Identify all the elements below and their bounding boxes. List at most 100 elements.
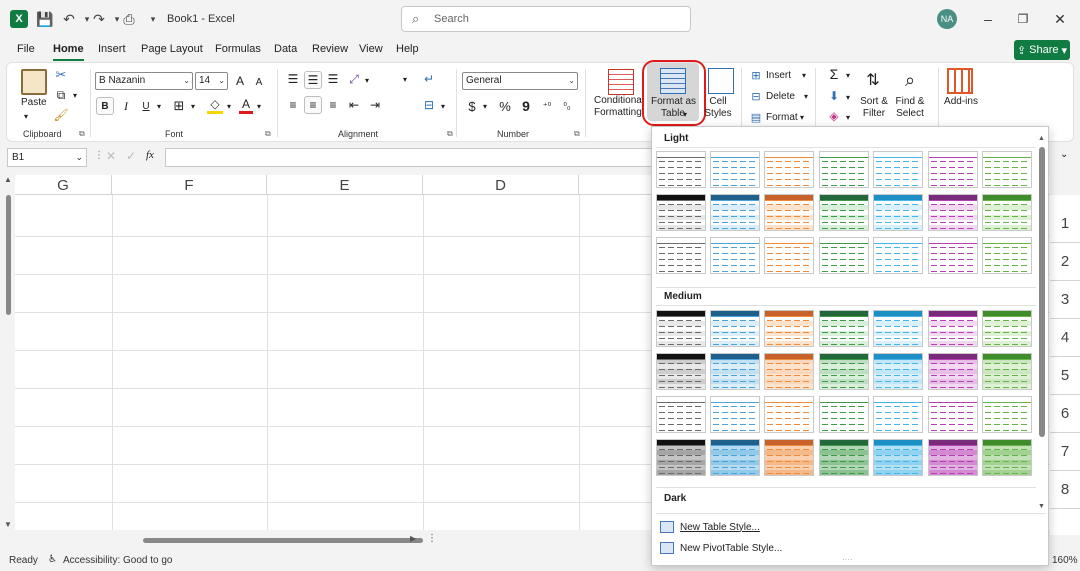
- table-style-thumbnail[interactable]: [873, 439, 923, 476]
- number-format-select[interactable]: General ⌄: [462, 72, 578, 90]
- accessibility-status[interactable]: Accessibility: Good to go: [63, 555, 173, 566]
- font-size-select[interactable]: 14 ⌄: [195, 72, 228, 90]
- merge-dropdown-icon[interactable]: ▾: [439, 99, 447, 113]
- sort-filter-icon[interactable]: ⇅: [861, 68, 885, 92]
- table-style-thumbnail[interactable]: [873, 151, 923, 188]
- table-style-thumbnail[interactable]: [928, 237, 978, 274]
- fill-dropdown-icon[interactable]: ▾: [844, 90, 852, 104]
- number-launcher-icon[interactable]: ⧉: [574, 129, 580, 139]
- merge-center-icon[interactable]: ⊟: [421, 97, 437, 113]
- alignment-launcher-icon[interactable]: ⧉: [447, 129, 453, 139]
- row-header-7[interactable]: 7: [1050, 433, 1080, 471]
- table-style-thumbnail[interactable]: [819, 439, 869, 476]
- row-header-4[interactable]: 4: [1050, 319, 1080, 357]
- table-style-thumbnail[interactable]: [764, 353, 814, 390]
- table-style-thumbnail[interactable]: [764, 396, 814, 433]
- name-box[interactable]: B1 ⌄: [7, 148, 87, 167]
- row-header-3[interactable]: 3: [1050, 281, 1080, 319]
- paste-button[interactable]: Paste: [21, 97, 47, 109]
- table-style-thumbnail[interactable]: [656, 310, 706, 347]
- tab-file[interactable]: File: [17, 43, 35, 55]
- table-style-thumbnail[interactable]: [764, 439, 814, 476]
- customize-qat-icon[interactable]: ▾: [144, 10, 162, 28]
- column-header-g[interactable]: G: [15, 175, 112, 195]
- borders-dropdown-icon[interactable]: ▾: [189, 99, 197, 113]
- find-select-icon[interactable]: ⌕: [898, 68, 922, 92]
- table-style-thumbnail[interactable]: [928, 194, 978, 231]
- table-style-thumbnail[interactable]: [982, 353, 1032, 390]
- table-style-thumbnail[interactable]: [764, 151, 814, 188]
- column-header-d[interactable]: D: [423, 175, 579, 195]
- tab-page-layout[interactable]: Page Layout: [141, 43, 203, 55]
- table-style-thumbnail[interactable]: [710, 439, 760, 476]
- redo-icon[interactable]: ↷: [90, 10, 108, 28]
- row-header-2[interactable]: 2: [1050, 243, 1080, 281]
- font-color-icon[interactable]: A: [239, 96, 253, 114]
- column-header-f[interactable]: F: [112, 175, 267, 195]
- underline-button[interactable]: U: [139, 97, 153, 115]
- cut-icon[interactable]: ✂: [53, 67, 69, 83]
- table-style-thumbnail[interactable]: [928, 439, 978, 476]
- row-header-5[interactable]: 5: [1050, 357, 1080, 395]
- row-header-1[interactable]: 1: [1050, 205, 1080, 243]
- insert-cells-icon[interactable]: ⊞: [749, 68, 763, 82]
- table-style-thumbnail[interactable]: [710, 194, 760, 231]
- table-style-thumbnail[interactable]: [928, 353, 978, 390]
- top-align-icon[interactable]: ☰: [285, 71, 301, 87]
- font-color-dropdown-icon[interactable]: ▾: [255, 99, 263, 113]
- table-style-thumbnail[interactable]: [710, 151, 760, 188]
- grow-font-button[interactable]: A: [233, 73, 247, 89]
- table-style-thumbnail[interactable]: [982, 439, 1032, 476]
- percent-button[interactable]: %: [497, 97, 513, 115]
- align-left-icon[interactable]: ≡: [285, 97, 301, 113]
- table-style-thumbnail[interactable]: [656, 151, 706, 188]
- clear-dropdown-icon[interactable]: ▾: [844, 110, 852, 124]
- copy-icon[interactable]: ⧉: [53, 87, 69, 103]
- table-style-thumbnail[interactable]: [928, 310, 978, 347]
- find-select-button[interactable]: Find & Select: [891, 96, 929, 120]
- insert-cells-button[interactable]: Insert: [766, 68, 791, 82]
- scroll-right-icon[interactable]: ▶: [410, 534, 416, 543]
- table-style-thumbnail[interactable]: [819, 194, 869, 231]
- cell-styles-icon[interactable]: [708, 68, 734, 94]
- share-button[interactable]: ⇪ Share ▾: [1014, 40, 1070, 60]
- table-style-thumbnail[interactable]: [656, 237, 706, 274]
- horizontal-scroll-thumb[interactable]: [143, 538, 423, 543]
- table-style-thumbnail[interactable]: [710, 310, 760, 347]
- italic-button[interactable]: I: [119, 97, 133, 115]
- format-cells-button[interactable]: Format: [766, 110, 798, 124]
- table-style-thumbnail[interactable]: [819, 310, 869, 347]
- comma-style-button[interactable]: 9: [519, 97, 533, 115]
- table-style-thumbnail[interactable]: [819, 396, 869, 433]
- undo-icon[interactable]: ↶: [60, 10, 78, 28]
- insert-dropdown-icon[interactable]: ▾: [800, 68, 808, 82]
- delete-cells-icon[interactable]: ⊟: [749, 89, 763, 103]
- copy-dropdown-icon[interactable]: ▾: [71, 89, 79, 101]
- table-style-thumbnail[interactable]: [656, 194, 706, 231]
- middle-align-icon[interactable]: ☰: [304, 71, 322, 89]
- align-center-icon[interactable]: ≡: [304, 96, 322, 114]
- scroll-down-icon[interactable]: ▼: [1038, 503, 1045, 510]
- minimize-button[interactable]: –: [978, 9, 998, 29]
- resize-grip-icon[interactable]: ····: [842, 555, 853, 564]
- bold-button[interactable]: B: [96, 97, 114, 115]
- wrap-text-icon[interactable]: ↵: [421, 71, 437, 87]
- zoom-level[interactable]: 160%: [1052, 555, 1078, 566]
- font-name-select[interactable]: B Nazanin ⌄: [95, 72, 193, 90]
- scroll-up-icon[interactable]: ▲: [1038, 135, 1045, 142]
- format-dropdown-icon[interactable]: ▾: [798, 110, 806, 124]
- autosum-button[interactable]: Σ: [826, 66, 842, 82]
- fill-color-icon[interactable]: ◇: [207, 96, 223, 114]
- table-style-thumbnail[interactable]: [656, 396, 706, 433]
- table-style-thumbnail[interactable]: [710, 353, 760, 390]
- table-style-thumbnail[interactable]: [928, 396, 978, 433]
- insert-function-button[interactable]: fx: [146, 149, 154, 161]
- add-ins-button[interactable]: Add-ins: [942, 96, 980, 108]
- vertical-scroll-thumb[interactable]: [6, 195, 11, 315]
- currency-dropdown-icon[interactable]: ▾: [481, 99, 489, 113]
- new-table-style-item[interactable]: New Table Style...: [660, 521, 760, 533]
- horizontal-scrollbar[interactable]: ▶ ⋮: [15, 533, 437, 546]
- clipboard-launcher-icon[interactable]: ⧉: [79, 129, 85, 139]
- delete-cells-button[interactable]: Delete: [766, 89, 795, 103]
- table-style-thumbnail[interactable]: [873, 396, 923, 433]
